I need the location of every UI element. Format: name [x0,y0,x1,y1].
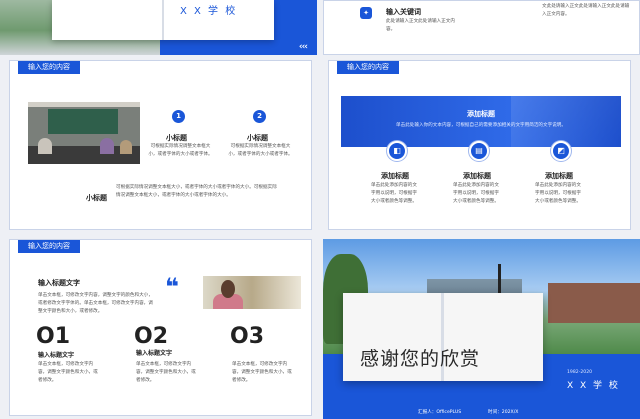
number-badge: 1 [172,110,185,123]
item-title: 小标题 [247,134,268,142]
step-desc: 单击文本框，可修改文字内容，调整文字颜色和大小，或者修改。 [38,362,98,383]
slide-content-2[interactable]: 输入您的内容 添加标题 单击此处输入你的文本内容，可根据自己的需要添加相关的文字… [328,60,631,230]
date: 时间：202X/X [488,410,519,415]
banner-desc: 单击此处输入你的文本内容，可根据自己的需要添加相关的文字用简洁的文字说明。 [396,123,566,128]
picture-icon: ◩ [551,141,571,161]
student [38,138,52,154]
top-text: 文此处请输入正文此处请输入正文此处请输入正文内容。 [542,4,630,17]
school-name: X X 学 校 [180,6,238,17]
school-name: X X 学 校 [567,381,620,391]
book-spine [162,0,164,40]
open-book-graphic [52,0,274,40]
classroom-wall [28,102,140,107]
slide-keyword-fragment[interactable]: ✦ 输入关键词 此处请输入正文此处请输入正文内容。 文此处请输入正文此处请输入正… [323,0,640,55]
section-tag: 输入您的内容 [18,240,80,253]
slide-content-1[interactable]: 输入您的内容 1 小标题 可根据实际情况调整文本框大小，或者字体的大小或者字体。… [9,60,312,230]
step-number: O1 [36,324,71,349]
image-icon: ◧ [387,141,407,161]
teacher-photo [203,276,301,309]
bottom-title: 小标题 [86,194,107,202]
keyword-title: 输入关键词 [386,8,421,16]
chalkboard [48,109,118,134]
section-tag: 输入您的内容 [18,61,80,74]
step-desc: 单击文本框，可修改文字内容，调整文字颜色和大小，或者修改。 [136,362,196,383]
reporter: 汇报人：OfficePLUS [418,410,462,415]
slide-thanks[interactable]: 感谢您的欣赏 1982-2020 X X 学 校 汇报人：OfficePLUS … [323,239,640,419]
quote-icon: ❝ [165,273,179,301]
document-icon: ▤ [469,141,489,161]
title-banner: 添加标题 单击此处输入你的文本内容，可根据自己的需要添加相关的文字用简洁的文字说… [341,96,621,147]
lightbulb-icon: ✦ [360,7,372,19]
step-number: O3 [230,324,265,349]
item-title: 添加标题 [463,172,491,180]
item-desc: 单击此处添加内容的文字用以说明，可根据字大小或者颜色等调整。 [371,183,417,204]
brick-building [548,283,640,323]
step-title: 输入标题文字 [38,352,75,359]
section-tag: 输入您的内容 [337,61,399,74]
heading: 输入标题文字 [38,279,80,287]
item-title: 添加标题 [545,172,573,180]
classroom-photo [28,102,140,164]
number-badge: 2 [253,110,266,123]
thanks-text: 感谢您的欣赏 [360,348,481,370]
item-desc: 可根据实际情况调整文本框大小，或者字体的大小或者字体。 [228,144,293,157]
person-face [221,280,235,298]
student [120,140,132,154]
slide-cover-fragment[interactable]: X X 学 校 ‹‹‹ [0,0,317,55]
chevron-left-icon: ‹‹‹ [298,42,308,52]
banner-title: 添加标题 [467,110,495,118]
bottom-desc: 可根据实际情况调整文本框大小，或者字体的大小或者字体的大小。可根据实际情况调整文… [116,185,277,198]
keyword-desc: 此处请输入正文此处请输入正文内容。 [386,19,455,32]
item-desc: 单击此处添加内容的文字用以说明，可根据字大小或者颜色等调整。 [535,183,581,204]
years: 1982-2020 [567,370,593,375]
student [100,138,114,154]
item-title: 添加标题 [381,172,409,180]
item-title: 小标题 [166,134,187,142]
step-number: O2 [134,324,169,349]
item-desc: 单击此处添加内容的文字用以说明，可根据字大小或者颜色等调整。 [453,183,499,204]
step-title: 输入标题文字 [136,350,173,357]
slide-content-3[interactable]: 输入您的内容 输入标题文字 单击文本框，可修改文字内容，调整文字的颜色和大小，或… [9,239,312,416]
step-desc: 单击文本框，可修改文字内容，调整文字颜色和大小，或者修改。 [232,362,292,383]
heading-desc: 单击文本框，可修改文字内容，调整文字的颜色和大小，或者修改文字字体的。单击文本框… [38,293,153,314]
item-desc: 可根据实际情况调整文本框大小，或者字体的大小或者字体。 [148,144,213,157]
